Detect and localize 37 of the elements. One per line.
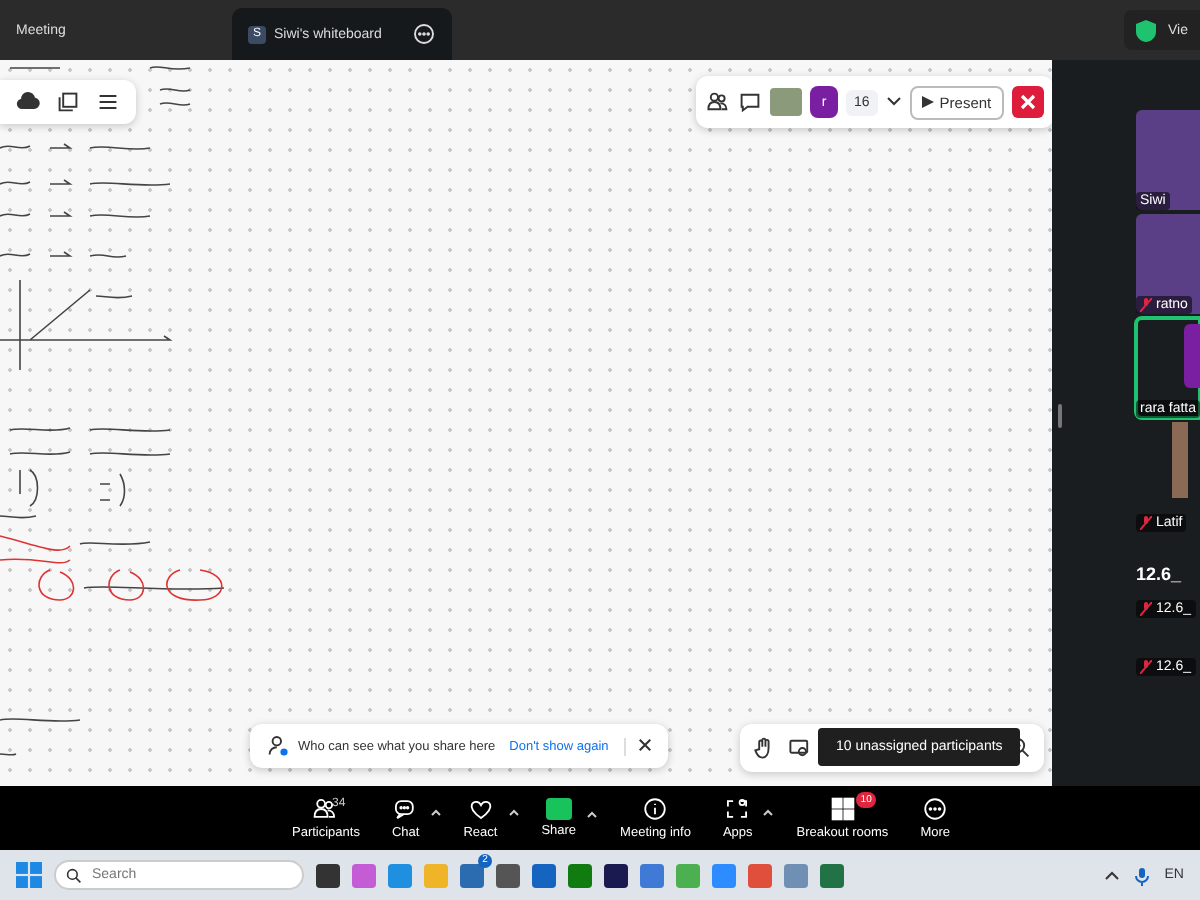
- photo-placeholder: [770, 88, 802, 116]
- comment-icon[interactable]: [738, 90, 762, 114]
- apps-icon: [724, 796, 751, 822]
- hand-icon[interactable]: [752, 736, 776, 760]
- close-button[interactable]: [624, 737, 653, 755]
- info-icon: [642, 796, 669, 822]
- participant-name: 12.6_: [1135, 564, 1184, 584]
- taskbar-app-icon[interactable]: [604, 863, 628, 887]
- photo-placeholder: [1171, 422, 1188, 498]
- chat-icon: [392, 796, 419, 822]
- more-icon[interactable]: [412, 22, 436, 46]
- caret-icon[interactable]: [885, 96, 902, 108]
- copy-icon[interactable]: [56, 90, 80, 114]
- search-icon: [66, 868, 82, 884]
- menu-icon[interactable]: [96, 90, 120, 114]
- taskbar-app-icon[interactable]: [316, 863, 340, 887]
- microphone-icon[interactable]: [1132, 865, 1153, 885]
- heart-icon: [467, 796, 494, 822]
- close-icon: [638, 737, 653, 751]
- cloud-icon[interactable]: [16, 90, 40, 114]
- muted-mic-icon: [1139, 660, 1152, 674]
- share-icon: [545, 798, 572, 820]
- play-icon: [921, 96, 934, 108]
- close-icon: [1019, 94, 1036, 110]
- screen-icon[interactable]: [788, 736, 812, 760]
- muted-mic-icon: [1139, 602, 1152, 616]
- windows-icon[interactable]: [16, 862, 42, 888]
- caret-icon[interactable]: [1104, 870, 1121, 880]
- shield-icon: [1136, 19, 1156, 41]
- people-icon[interactable]: [706, 90, 730, 114]
- person-icon: [266, 734, 290, 758]
- muted-mic-icon: [1139, 516, 1152, 530]
- avatar-placeholder: [1183, 324, 1200, 388]
- taskbar-app-icon[interactable]: [496, 863, 520, 887]
- more-icon: [922, 796, 949, 822]
- grid-icon: [829, 796, 856, 822]
- muted-mic-icon: [1139, 298, 1152, 312]
